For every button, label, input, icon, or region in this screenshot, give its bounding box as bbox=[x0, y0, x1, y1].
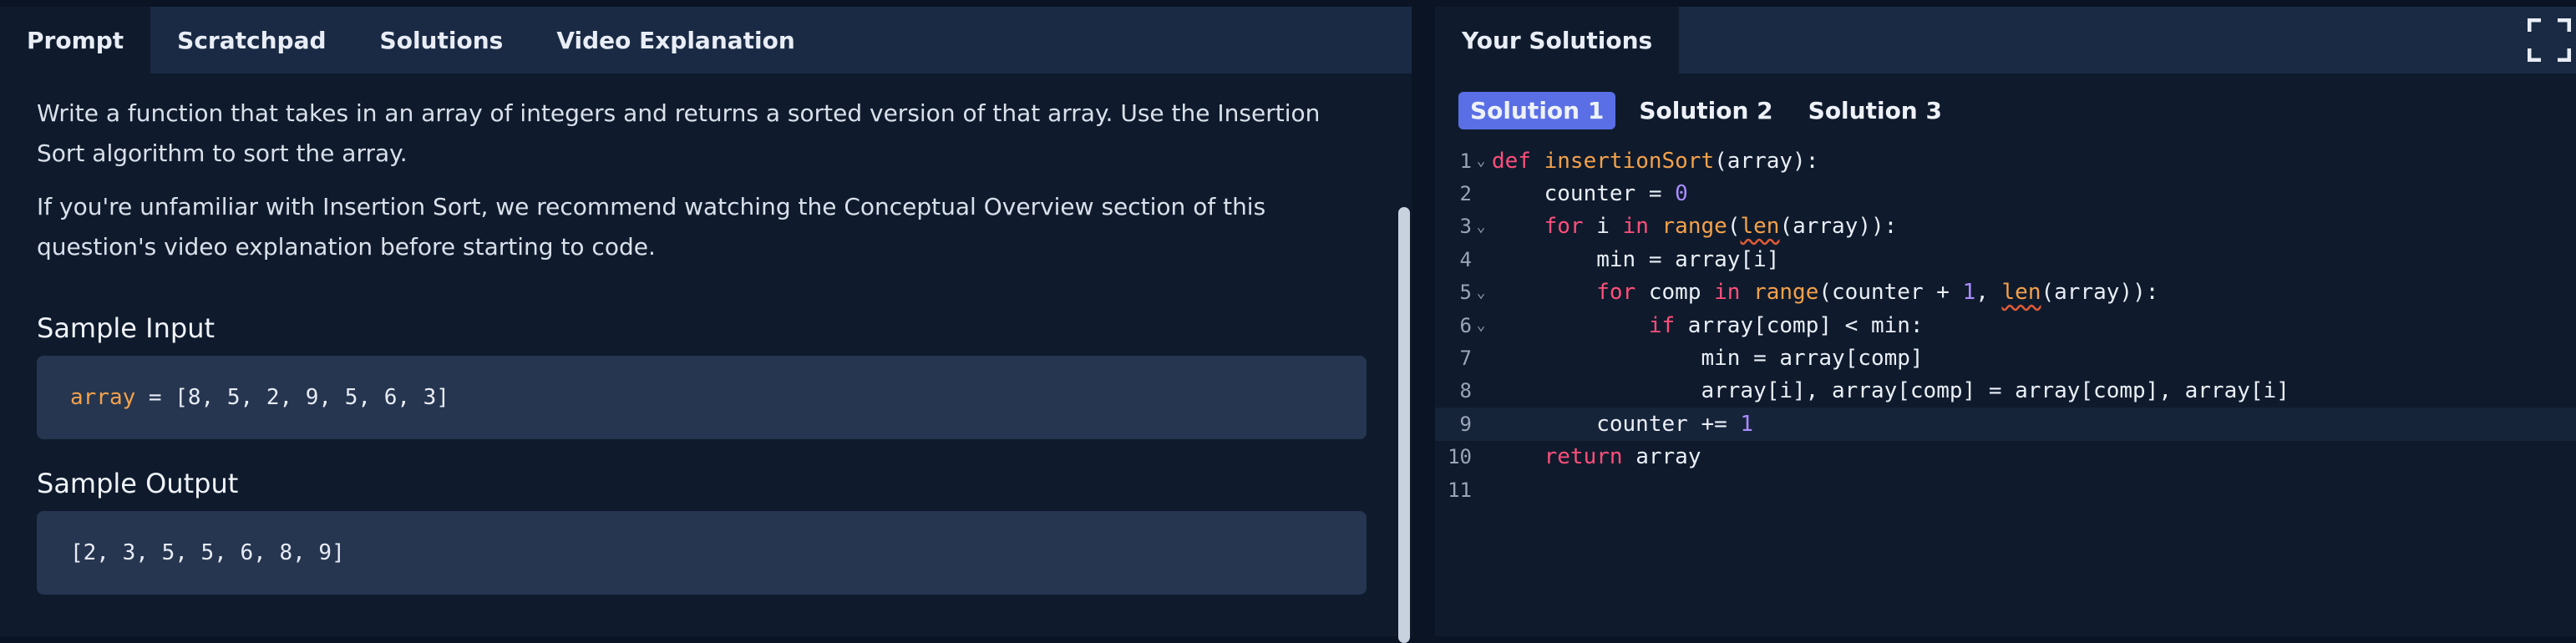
prompt-panel: Prompt Scratchpad Solutions Video Explan… bbox=[0, 7, 1412, 643]
code-text: counter = 0 bbox=[1492, 181, 1688, 207]
code-text: min = array[i] bbox=[1492, 246, 1780, 272]
tab-video-explanation[interactable]: Video Explanation bbox=[530, 7, 822, 73]
solution-tab-3[interactable]: Solution 3 bbox=[1797, 92, 1954, 129]
sample-output-box: [2, 3, 5, 5, 6, 8, 9] bbox=[37, 511, 1367, 595]
code-line: 7 min = array[comp] bbox=[1435, 342, 2576, 374]
code-line: 5 ⌄ for comp in range(counter + 1, len(a… bbox=[1435, 276, 2576, 309]
sample-input-title: Sample Input bbox=[37, 312, 216, 344]
tab-your-solutions[interactable]: Your Solutions bbox=[1435, 7, 1680, 73]
app-root: Prompt Scratchpad Solutions Video Explan… bbox=[0, 0, 2576, 643]
prompt-scrollbar[interactable] bbox=[1398, 207, 1410, 643]
code-text: for i in range(len(array)): bbox=[1544, 214, 1898, 240]
code-text: array[i], array[comp] = array[comp], arr… bbox=[1492, 378, 2289, 404]
fullscreen-icon[interactable] bbox=[2528, 18, 2571, 62]
code-line: 3 ⌄ for i in range(len(array)): bbox=[1435, 210, 2576, 243]
line-number: 6 bbox=[1459, 313, 1472, 337]
code-text: min = array[comp] bbox=[1492, 346, 1924, 372]
code-line-highlighted: 9 counter += 1 bbox=[1435, 408, 2576, 441]
code-line: 8 array[i], array[comp] = array[comp], a… bbox=[1435, 375, 2576, 408]
code-line: 1 ⌄ def insertionSort(array): bbox=[1435, 144, 2576, 177]
line-number: 4 bbox=[1459, 247, 1472, 271]
code-line: 6 ⌄ if array[comp] < min: bbox=[1435, 309, 2576, 342]
solution-tabs: Solution 1 Solution 2 Solution 3 bbox=[1435, 73, 2576, 129]
line-number: 5 bbox=[1459, 281, 1472, 305]
tab-scratchpad[interactable]: Scratchpad bbox=[150, 7, 352, 73]
right-tabbar: Your Solutions bbox=[1435, 7, 2576, 73]
fold-chevron-icon[interactable]: ⌄ bbox=[1472, 316, 1490, 334]
line-number: 2 bbox=[1459, 182, 1472, 206]
code-text: if array[comp] < min: bbox=[1648, 312, 1924, 338]
code-text: counter += 1 bbox=[1492, 411, 1754, 437]
line-number: 1 bbox=[1459, 149, 1472, 173]
line-number: 10 bbox=[1448, 445, 1472, 469]
code-text: for comp in range(counter + 1, len(array… bbox=[1596, 280, 2159, 306]
sample-output-title: Sample Output bbox=[37, 468, 239, 499]
line-number: 11 bbox=[1448, 478, 1472, 502]
tab-prompt[interactable]: Prompt bbox=[0, 7, 151, 73]
left-tabbar: Prompt Scratchpad Solutions Video Explan… bbox=[0, 7, 1412, 73]
code-editor[interactable]: 1 ⌄ def insertionSort(array): 2 counter … bbox=[1435, 144, 2576, 506]
prompt-paragraph-2: If you're unfamiliar with Insertion Sort… bbox=[37, 193, 1266, 261]
code-text: def insertionSort(array): bbox=[1492, 148, 1819, 174]
line-number: 7 bbox=[1459, 347, 1472, 371]
fold-chevron-icon[interactable]: ⌄ bbox=[1472, 152, 1490, 170]
fold-chevron-icon[interactable]: ⌄ bbox=[1472, 284, 1490, 301]
tab-solutions[interactable]: Solutions bbox=[353, 7, 530, 73]
code-line: 11 bbox=[1435, 473, 2576, 506]
solutions-panel: Your Solutions Solution 1 Solution 2 Sol… bbox=[1435, 7, 2576, 636]
sample-output-value: [2, 3, 5, 5, 6, 8, 9] bbox=[70, 540, 345, 565]
code-line: 10 return array bbox=[1435, 441, 2576, 473]
solution-tab-2[interactable]: Solution 2 bbox=[1627, 92, 1784, 129]
prompt-paragraph-1: Write a function that takes in an array … bbox=[37, 99, 1321, 167]
fold-chevron-icon[interactable]: ⌄ bbox=[1472, 218, 1490, 235]
solution-tab-1[interactable]: Solution 1 bbox=[1458, 92, 1616, 129]
line-number: 3 bbox=[1459, 215, 1472, 239]
prompt-content: Write a function that takes in an array … bbox=[0, 73, 1412, 595]
sample-input-value: = [8, 5, 2, 9, 5, 6, 3] bbox=[135, 385, 449, 410]
line-number: 9 bbox=[1459, 412, 1472, 436]
code-line: 2 counter = 0 bbox=[1435, 177, 2576, 210]
code-line: 4 min = array[i] bbox=[1435, 243, 2576, 276]
code-text: return array bbox=[1544, 444, 1701, 470]
sample-input-box: array = [8, 5, 2, 9, 5, 6, 3] bbox=[37, 356, 1367, 439]
line-number: 8 bbox=[1459, 379, 1472, 403]
sample-input-variable: array bbox=[70, 385, 136, 410]
